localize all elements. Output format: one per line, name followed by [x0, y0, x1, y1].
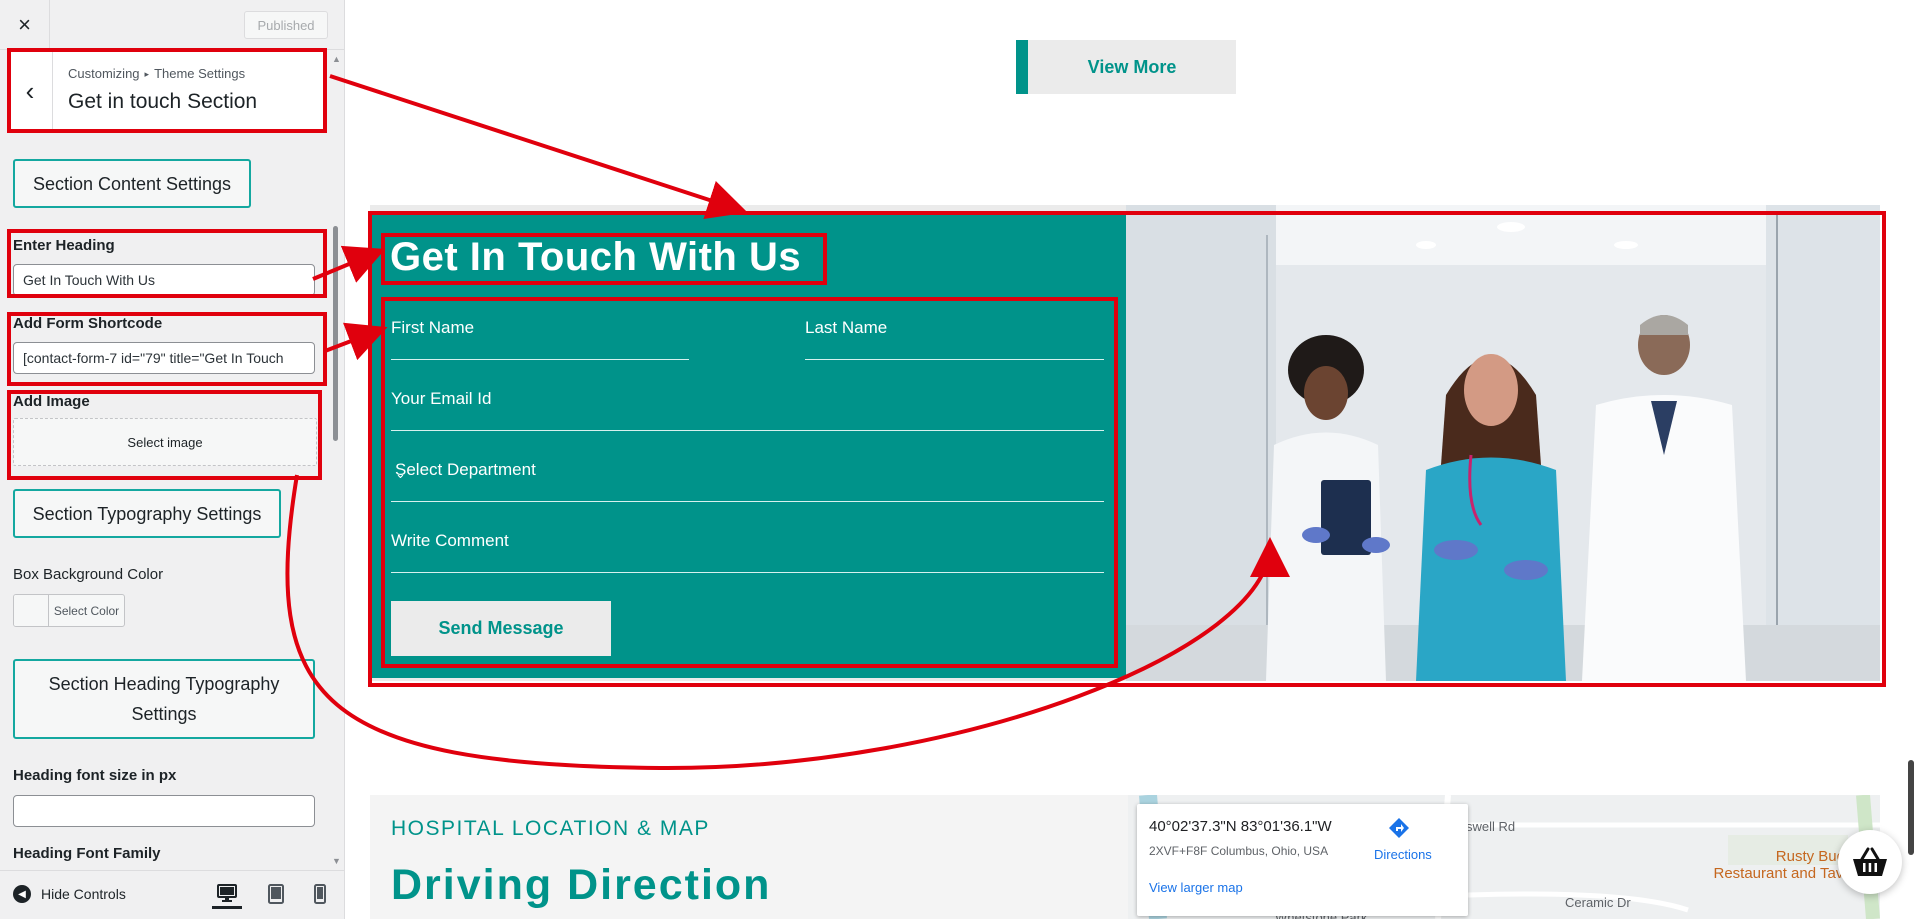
map-address: 2XVF+F8F Columbus, Ohio, USA: [1149, 844, 1329, 858]
desktop-preview-button[interactable]: [212, 879, 242, 909]
first-name-placeholder: First Name: [391, 318, 475, 337]
breadcrumb-separator-icon: ▸: [144, 69, 150, 79]
select-color-label: Select Color: [53, 603, 120, 618]
map-info-card: 40°02'37.3"N 83°01'36.1"W 2XVF+F8F Colum…: [1137, 804, 1468, 916]
department-select[interactable]: Select Department ⌄: [391, 460, 1104, 502]
map-kicker-text: HOSPITAL LOCATION & MAP: [391, 817, 710, 840]
heading-font-size-label: Heading font size in px: [13, 767, 177, 784]
customizer-footer: ◀ Hide Controls: [0, 870, 344, 919]
map-street-label: swell Rd: [1466, 819, 1516, 834]
cart-button[interactable]: [1838, 830, 1902, 894]
close-customizer-button[interactable]: ×: [0, 0, 50, 50]
customizer-sidebar: × Published ‹ Customizing ▸ Theme Settings…: [0, 0, 345, 919]
arrow-left-circle-icon: ◀: [13, 885, 31, 903]
email-field[interactable]: Your Email Id: [391, 389, 1104, 431]
section-typography-settings-button[interactable]: Section Typography Settings: [13, 489, 281, 538]
shortcode-input[interactable]: [13, 342, 315, 374]
medical-staff-illustration: [1126, 205, 1880, 681]
select-image-button[interactable]: Select image: [13, 418, 317, 466]
enter-heading-label: Enter Heading: [13, 237, 115, 254]
box-background-color-picker[interactable]: Select Color: [13, 594, 125, 627]
breadcrumb-parent: Theme Settings: [154, 66, 246, 81]
breadcrumb-root: Customizing: [68, 66, 140, 81]
box-background-color-label: Box Background Color: [13, 566, 164, 583]
get-in-touch-heading: Get In Touch With Us: [390, 235, 802, 279]
driving-direction-heading: Driving Direction: [391, 861, 772, 909]
mobile-icon: [314, 884, 326, 904]
heading-font-size-input[interactable]: [13, 795, 315, 827]
hide-controls-label: Hide Controls: [41, 886, 126, 902]
preview-scrollbar[interactable]: [1908, 760, 1914, 855]
comment-placeholder: Write Comment: [391, 531, 509, 550]
desktop-icon: [217, 883, 237, 902]
medical-staff-photo: [1126, 205, 1880, 681]
heading-font-family-label: Heading Font Family: [13, 845, 161, 862]
tablet-preview-button[interactable]: [261, 879, 291, 909]
customizer-topbar: × Published: [0, 0, 344, 50]
basket-icon: [1853, 847, 1887, 876]
comment-field[interactable]: Write Comment: [391, 531, 1104, 573]
breadcrumb: Customizing ▸ Theme Settings: [68, 66, 245, 81]
last-name-field[interactable]: Last Name: [805, 318, 1104, 360]
chevron-down-icon: ⌄: [395, 466, 406, 481]
heading-input[interactable]: [13, 264, 315, 296]
sidebar-scrollbar[interactable]: [333, 226, 338, 441]
map-place-label: Rusty Bucke Restaurant and Taven: [1713, 848, 1861, 882]
first-name-field[interactable]: First Name: [391, 318, 689, 360]
add-image-label: Add Image: [13, 393, 90, 410]
scroll-down-arrow-icon[interactable]: ▼: [332, 856, 341, 866]
hide-controls-button[interactable]: ◀ Hide Controls: [13, 885, 126, 903]
section-content-settings-button[interactable]: Section Content Settings: [13, 159, 251, 208]
section-heading-typography-button[interactable]: Section Heading Typography Settings: [13, 659, 315, 739]
mobile-preview-button[interactable]: [305, 879, 335, 909]
scroll-up-arrow-icon[interactable]: ▲: [332, 54, 341, 64]
view-larger-map-link[interactable]: View larger map: [1149, 880, 1243, 895]
email-placeholder: Your Email Id: [391, 389, 492, 408]
panel-title: Get in touch Section: [68, 90, 258, 113]
customizer-app: × Published ‹ Customizing ▸ Theme Settings…: [0, 0, 1920, 919]
map-coordinates: 40°02'37.3"N 83°01'36.1"W: [1149, 818, 1332, 835]
form-shortcode-label: Add Form Shortcode: [13, 315, 163, 332]
tablet-icon: [268, 884, 284, 904]
section-panel-header: ‹ Customizing ▸ Theme Settings Get in touc…: [8, 50, 326, 132]
back-button[interactable]: ‹: [8, 50, 53, 132]
directions-icon[interactable]: [1387, 816, 1411, 840]
published-button[interactable]: Published: [244, 11, 328, 39]
map-street-label-2: Ceramic Dr: [1565, 895, 1631, 910]
view-more-button[interactable]: View More: [1016, 40, 1236, 94]
color-swatch: [14, 595, 49, 626]
last-name-placeholder: Last Name: [805, 318, 888, 337]
send-message-button[interactable]: Send Message: [391, 601, 611, 656]
directions-link[interactable]: Directions: [1374, 847, 1432, 862]
